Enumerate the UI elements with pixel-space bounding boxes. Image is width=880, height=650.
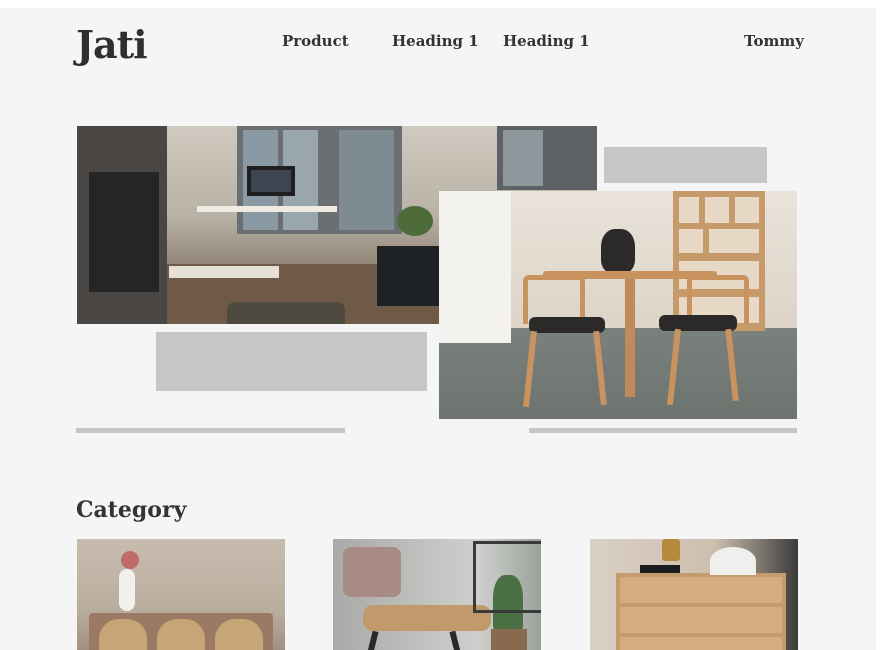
category-title: Category [76, 497, 187, 523]
category-card-sideboard[interactable] [77, 539, 285, 650]
nav-heading-1[interactable]: Heading 1 [392, 32, 479, 50]
page: Jati Product Heading 1 Heading 1 Tommy C… [0, 8, 876, 650]
dining-room-photo [439, 191, 797, 419]
placeholder-block-top [604, 147, 767, 183]
divider-line-right [529, 428, 797, 433]
category-card-dresser[interactable] [590, 539, 798, 650]
divider-line-left [76, 428, 345, 433]
category-card-lounge-chair[interactable] [333, 539, 541, 650]
logo[interactable]: Jati [76, 22, 148, 67]
user-name[interactable]: Tommy [744, 32, 804, 50]
placeholder-block-middle [156, 332, 427, 391]
nav-heading-2[interactable]: Heading 1 [503, 32, 590, 50]
nav-product[interactable]: Product [282, 32, 349, 50]
